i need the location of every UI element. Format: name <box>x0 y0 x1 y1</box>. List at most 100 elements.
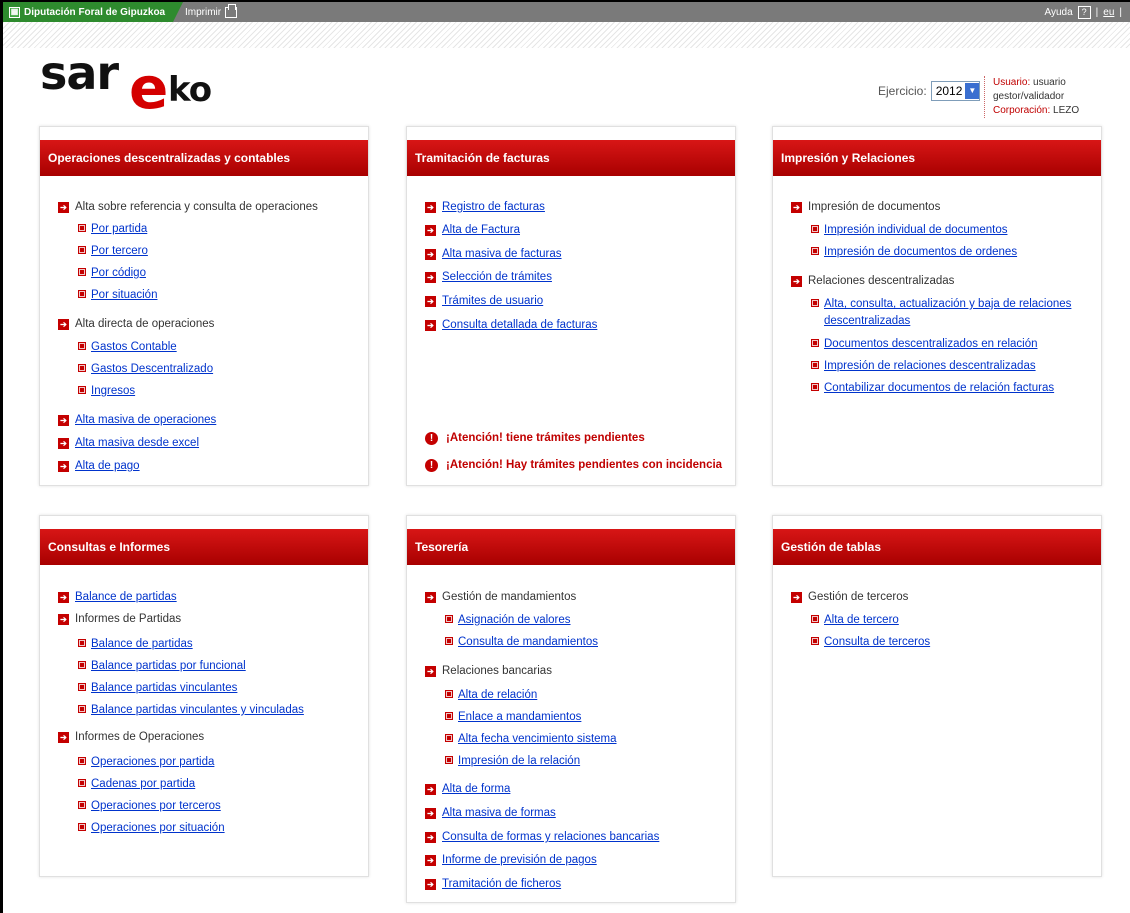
link-por-tercero[interactable]: Por tercero <box>91 245 148 257</box>
submenu-item: Ingresos <box>78 383 135 399</box>
link-balance-partidas-2[interactable]: Balance de partidas <box>91 638 193 650</box>
link-seleccion-tramites[interactable]: Selección de trámites <box>442 269 552 285</box>
submenu-item: Por tercero <box>78 243 148 259</box>
arrow-right-icon: ➔ <box>425 271 436 283</box>
warning-text: ¡Atención! Hay trámites pendientes con i… <box>446 459 723 471</box>
link-balance-funcional[interactable]: Balance partidas por funcional <box>91 660 246 672</box>
menu-group: ➔ Gestión de terceros <box>791 589 908 605</box>
bullet-icon <box>78 660 86 669</box>
link-impresion-relacion[interactable]: Impresión de la relación <box>458 755 580 767</box>
link-registro-facturas[interactable]: Registro de facturas <box>442 199 545 215</box>
link-impresion-ordenes[interactable]: Impresión de documentos de ordenes <box>824 246 1017 258</box>
link-contabilizar-documentos[interactable]: Contabilizar documentos de relación fact… <box>824 382 1054 394</box>
link-alta-masiva-facturas[interactable]: Alta masiva de facturas <box>442 246 562 262</box>
chevron-down-icon[interactable]: ▼ <box>965 83 980 99</box>
panel-operaciones: Operaciones descentralizadas y contables… <box>39 126 369 486</box>
bullet-icon <box>811 246 819 255</box>
menu-item: ➔ Alta de forma <box>425 781 510 797</box>
link-operaciones-situacion[interactable]: Operaciones por situación <box>91 822 225 834</box>
brand-slant <box>173 2 183 22</box>
submenu-item: Contabilizar documentos de relación fact… <box>811 380 1054 396</box>
link-alta-factura[interactable]: Alta de Factura <box>442 222 520 238</box>
menu-item: ➔ Registro de facturas <box>425 199 545 215</box>
bullet-icon <box>78 267 86 276</box>
arrow-right-icon: ➔ <box>58 591 69 603</box>
link-gastos-contable[interactable]: Gastos Contable <box>91 341 177 353</box>
ejercicio-selector: Ejercicio: 2012 ▼ <box>878 81 981 101</box>
link-operaciones-terceros[interactable]: Operaciones por terceros <box>91 800 221 812</box>
link-balance-partidas[interactable]: Balance de partidas <box>75 589 177 605</box>
arrow-right-icon: ➔ <box>425 201 436 213</box>
print-button[interactable]: Imprimir <box>185 2 238 22</box>
link-por-partida[interactable]: Por partida <box>91 223 147 235</box>
link-por-codigo[interactable]: Por código <box>91 267 146 279</box>
brand-link[interactable]: ▦ Diputación Foral de Gipuzkoa <box>3 2 173 22</box>
bullet-icon <box>445 733 453 742</box>
link-documentos-descentralizados[interactable]: Documentos descentralizados en relación <box>824 338 1038 350</box>
link-consulta-detallada-facturas[interactable]: Consulta detallada de facturas <box>442 317 597 333</box>
link-informe-prevision-pagos[interactable]: Informe de previsión de pagos <box>442 852 597 868</box>
link-asignacion-valores[interactable]: Asignación de valores <box>458 614 571 626</box>
link-alta-consulta-relaciones-cont[interactable]: descentralizadas <box>824 315 910 327</box>
link-por-situacion[interactable]: Por situación <box>91 289 157 301</box>
group-label: Gestión de mandamientos <box>442 591 577 603</box>
link-gastos-descentralizado[interactable]: Gastos Descentralizado <box>91 363 213 375</box>
bullet-icon <box>78 822 86 831</box>
link-cadenas-partida[interactable]: Cadenas por partida <box>91 778 195 790</box>
link-alta-de-pago[interactable]: Alta de pago <box>75 458 140 474</box>
submenu-item: Operaciones por situación <box>78 820 225 836</box>
submenu-item: Consulta de mandamientos <box>445 634 598 650</box>
link-consulta-mandamientos[interactable]: Consulta de mandamientos <box>458 636 598 648</box>
link-alta-forma[interactable]: Alta de forma <box>442 781 510 797</box>
link-tramites-usuario[interactable]: Trámites de usuario <box>442 293 543 309</box>
arrow-right-icon: ➔ <box>58 318 69 330</box>
group-label: Relaciones descentralizadas <box>808 275 955 287</box>
logo-part: ko <box>168 70 212 110</box>
link-enlace-mandamientos[interactable]: Enlace a mandamientos <box>458 711 581 723</box>
submenu-item: Operaciones por partida <box>78 754 214 770</box>
link-operaciones-partida[interactable]: Operaciones por partida <box>91 756 214 768</box>
bullet-icon <box>811 338 819 347</box>
link-consulta-terceros[interactable]: Consulta de terceros <box>824 636 930 648</box>
menu-group: ➔ Gestión de mandamientos <box>425 589 576 605</box>
group-label: Gestión de terceros <box>808 591 909 603</box>
ejercicio-select[interactable]: 2012 ▼ <box>930 81 981 101</box>
link-alta-relacion[interactable]: Alta de relación <box>458 689 537 701</box>
link-alta-fecha-vencimiento[interactable]: Alta fecha vencimiento sistema <box>458 733 617 745</box>
link-alta-masiva-excel[interactable]: Alta masiva desde excel <box>75 435 199 451</box>
panel-title: Consultas e Informes <box>40 529 368 565</box>
warning-tramites-incidencia[interactable]: ! ¡Atención! Hay trámites pendientes con… <box>425 457 722 473</box>
link-balance-vinculantes-vinculadas[interactable]: Balance partidas vinculantes y vinculada… <box>91 704 304 716</box>
arrow-right-icon: ➔ <box>791 201 802 213</box>
link-alta-tercero[interactable]: Alta de tercero <box>824 614 899 626</box>
arrow-right-icon: ➔ <box>425 807 436 819</box>
link-balance-vinculantes[interactable]: Balance partidas vinculantes <box>91 682 237 694</box>
language-link-eu[interactable]: eu <box>1103 7 1114 18</box>
link-ingresos[interactable]: Ingresos <box>91 385 135 397</box>
bullet-icon <box>78 756 86 765</box>
menu-item: ➔ Tramitación de ficheros <box>425 876 561 892</box>
link-alta-masiva-formas[interactable]: Alta masiva de formas <box>442 805 556 821</box>
link-tramitacion-ficheros[interactable]: Tramitación de ficheros <box>442 876 561 892</box>
panel-consultas: Consultas e Informes ➔ Balance de partida… <box>39 515 369 877</box>
link-alta-consulta-relaciones[interactable]: Alta, consulta, actualización y baja de … <box>824 298 1071 310</box>
help-icon[interactable]: ? <box>1077 5 1091 19</box>
panel-tablas: Gestión de tablas ➔ Gestión de terceros A… <box>772 515 1102 877</box>
arrow-right-icon: ➔ <box>58 201 69 213</box>
help-link[interactable]: Ayuda <box>1044 7 1072 18</box>
arrow-right-icon: ➔ <box>425 319 436 331</box>
panel-title: Gestión de tablas <box>773 529 1101 565</box>
link-impresion-relaciones[interactable]: Impresión de relaciones descentralizadas <box>824 360 1036 372</box>
arrow-right-icon: ➔ <box>425 591 436 603</box>
bullet-icon <box>445 755 453 764</box>
building-icon: ▦ <box>9 6 20 18</box>
bullet-icon <box>78 778 86 787</box>
bullet-icon <box>811 382 819 391</box>
bullet-icon <box>811 224 819 233</box>
bullet-icon <box>811 614 819 623</box>
link-impresion-individual[interactable]: Impresión individual de documentos <box>824 224 1007 236</box>
warning-tramites-pendientes[interactable]: ! ¡Atención! tiene trámites pendientes <box>425 430 645 446</box>
link-alta-masiva-operaciones[interactable]: Alta masiva de operaciones <box>75 412 216 428</box>
bullet-icon <box>78 704 86 713</box>
link-consulta-formas[interactable]: Consulta de formas y relaciones bancaria… <box>442 829 659 845</box>
